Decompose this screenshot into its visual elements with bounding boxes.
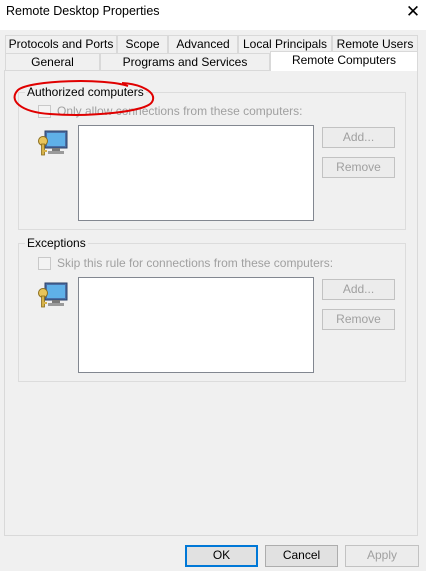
- exceptions-remove-button[interactable]: Remove: [322, 309, 395, 330]
- apply-button[interactable]: Apply: [345, 545, 419, 567]
- cancel-button[interactable]: Cancel: [265, 545, 338, 567]
- exceptions-add-button[interactable]: Add...: [322, 279, 395, 300]
- authorized-remove-button[interactable]: Remove: [322, 157, 395, 178]
- tab-protocols-and-ports[interactable]: Protocols and Ports: [5, 35, 117, 53]
- tab-general[interactable]: General: [5, 53, 100, 71]
- tab-advanced[interactable]: Advanced: [168, 35, 238, 53]
- authorized-add-button[interactable]: Add...: [322, 127, 395, 148]
- only-allow-checkbox[interactable]: [38, 105, 51, 118]
- tab-scope[interactable]: Scope: [117, 35, 168, 53]
- close-icon[interactable]: ✕: [402, 1, 424, 23]
- exceptions-label: Exceptions: [25, 236, 88, 250]
- exceptions-list[interactable]: [78, 277, 314, 373]
- window-title: Remote Desktop Properties: [6, 4, 160, 18]
- computer-key-icon: [36, 127, 70, 161]
- authorized-computers-label: Authorized computers: [25, 85, 146, 99]
- tab-remote-computers[interactable]: Remote Computers: [270, 51, 418, 71]
- tab-programs-and-services[interactable]: Programs and Services: [100, 53, 270, 71]
- skip-rule-checkbox[interactable]: [38, 257, 51, 270]
- computer-key-icon: [36, 279, 70, 313]
- only-allow-checkbox-label: Only allow connections from these comput…: [57, 104, 303, 118]
- ok-button[interactable]: OK: [185, 545, 258, 567]
- skip-rule-checkbox-label: Skip this rule for connections from thes…: [57, 256, 334, 270]
- authorized-computers-list[interactable]: [78, 125, 314, 221]
